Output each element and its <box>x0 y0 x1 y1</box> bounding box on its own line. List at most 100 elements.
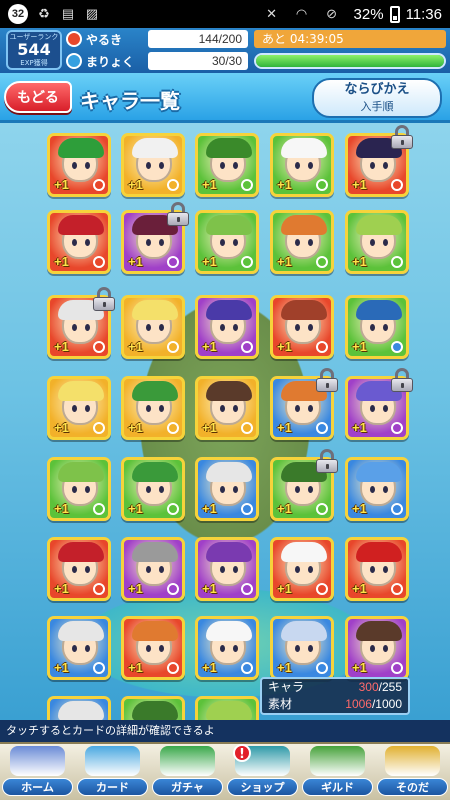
character-art <box>206 701 252 720</box>
character-art <box>132 381 178 401</box>
character-card[interactable]: +1 <box>345 295 409 359</box>
back-button[interactable]: もどる <box>4 81 72 113</box>
character-card[interactable]: +1 <box>47 537 111 601</box>
character-card[interactable]: +1 <box>47 210 111 274</box>
character-card[interactable]: +1 <box>195 537 259 601</box>
character-eyes <box>293 162 315 169</box>
magic-bar-fill <box>256 55 444 67</box>
element-icon <box>241 422 253 434</box>
character-card[interactable] <box>121 696 185 720</box>
character-card[interactable]: +1 <box>270 537 334 601</box>
plus-level-badge: +1 <box>277 177 292 192</box>
character-card[interactable]: +1 <box>121 537 185 601</box>
character-card[interactable] <box>195 696 259 720</box>
character-card[interactable]: +1 <box>195 210 259 274</box>
character-card[interactable]: +1 <box>345 537 409 601</box>
character-card[interactable]: +1 <box>47 133 111 197</box>
element-icon <box>391 583 403 595</box>
character-card[interactable]: +1 <box>345 210 409 274</box>
character-art <box>206 300 252 320</box>
element-icon <box>93 422 105 434</box>
lock-icon[interactable] <box>391 368 413 392</box>
element-icon <box>241 662 253 674</box>
nav-item[interactable]: ガチャ <box>150 744 225 800</box>
character-card[interactable]: +1 <box>195 616 259 680</box>
lock-icon[interactable] <box>93 287 115 311</box>
character-eyes <box>70 162 92 169</box>
character-card[interactable]: +1 <box>121 376 185 440</box>
character-eyes <box>293 486 315 493</box>
character-card[interactable]: +1 <box>270 295 334 359</box>
nav-item[interactable]: カード <box>75 744 150 800</box>
character-card[interactable]: +1 <box>195 295 259 359</box>
character-card[interactable] <box>47 696 111 720</box>
character-card[interactable]: +1 <box>195 457 259 521</box>
character-card[interactable]: +1 <box>195 376 259 440</box>
nav-item[interactable]: ホーム <box>0 744 75 800</box>
character-card[interactable]: +1 <box>270 616 334 680</box>
character-art <box>58 462 104 482</box>
character-art <box>132 542 178 562</box>
lock-icon[interactable] <box>316 449 338 473</box>
nav-label: ギルド <box>302 778 373 796</box>
plus-level-badge: +1 <box>277 254 292 269</box>
status-bar: 32 ♻ ▤ ▨ ✕ ◠ ⊘ 32% 11:36 <box>0 0 450 28</box>
nav-item[interactable]: そのだ <box>375 744 450 800</box>
character-card[interactable]: +1 <box>121 133 185 197</box>
character-card[interactable]: +1 <box>47 616 111 680</box>
element-icon <box>241 503 253 515</box>
character-art <box>206 215 252 235</box>
character-card[interactable]: +1 <box>47 376 111 440</box>
no-sim-icon: ▤ <box>61 6 75 21</box>
plus-level-badge: +1 <box>352 254 367 269</box>
character-card[interactable]: +1 <box>345 457 409 521</box>
sort-button[interactable]: ならびかえ 入手順 <box>312 78 442 118</box>
nav-item[interactable]: ! ショップ <box>225 744 300 800</box>
plus-level-badge: +1 <box>128 581 143 596</box>
element-icon <box>167 503 179 515</box>
plus-level-badge: +1 <box>202 660 217 675</box>
character-eyes <box>144 645 166 652</box>
character-card[interactable]: +1 <box>270 133 334 197</box>
character-card[interactable]: +1 <box>195 133 259 197</box>
mute-icon: ✕ <box>266 6 277 21</box>
character-card[interactable]: +1 <box>121 616 185 680</box>
element-icon <box>93 256 105 268</box>
lock-body <box>316 459 338 473</box>
character-art <box>58 381 104 401</box>
character-eyes <box>70 239 92 246</box>
element-icon <box>391 341 403 353</box>
element-icon <box>316 256 328 268</box>
character-eyes <box>218 324 240 331</box>
lock-icon[interactable] <box>391 125 413 149</box>
character-eyes <box>293 566 315 573</box>
element-icon <box>167 662 179 674</box>
sort-value: 入手順 <box>360 100 394 113</box>
character-art <box>356 621 402 641</box>
image-icon: ▨ <box>85 6 99 21</box>
character-art <box>281 542 327 562</box>
magic-icon <box>66 53 82 69</box>
inventory-counter: キャラ 300/255 素材 1006/1000 <box>260 677 410 715</box>
alert-badge: ! <box>233 744 251 762</box>
character-card[interactable]: +1 <box>270 210 334 274</box>
character-card[interactable]: +1 <box>47 457 111 521</box>
plus-level-badge: +1 <box>352 420 367 435</box>
character-eyes <box>293 239 315 246</box>
character-card[interactable]: +1 <box>121 295 185 359</box>
plus-level-badge: +1 <box>128 420 143 435</box>
nav-item[interactable]: ギルド <box>300 744 375 800</box>
character-card[interactable]: +1 <box>345 616 409 680</box>
element-icon <box>167 422 179 434</box>
character-card-grid[interactable]: +1 +1 +1 +1 +1 +1 +1 +1 +1 +1 +1 +1 +1 +1 +1 +1 +1 +1 +1 +1… <box>0 123 450 720</box>
lock-icon[interactable] <box>316 368 338 392</box>
character-art <box>281 138 327 158</box>
magic-row: まりょく 30/30 <box>66 51 446 71</box>
chara-count-max: /255 <box>378 680 402 694</box>
lock-icon[interactable] <box>167 202 189 226</box>
other-icon <box>385 746 440 776</box>
lock-body <box>391 378 413 392</box>
character-eyes <box>293 324 315 331</box>
character-card[interactable]: +1 <box>121 457 185 521</box>
element-icon <box>391 662 403 674</box>
